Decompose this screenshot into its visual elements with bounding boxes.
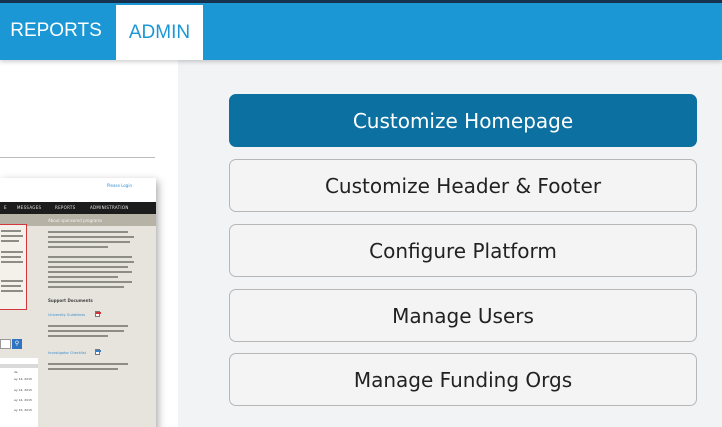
pdf-file-icon <box>95 311 101 317</box>
preview-login-link: Please Login <box>106 183 132 188</box>
preview-text-line <box>1 261 23 263</box>
preview-text-line <box>48 231 128 233</box>
preview-text-line <box>48 330 124 332</box>
preview-doc-link: Investigator Checklist <box>48 351 86 355</box>
homepage-preview-panel: Please Login E MESSAGES REPORTS ADMINIST… <box>0 60 178 427</box>
top-navbar: REPORTS ADMIN <box>0 3 722 60</box>
preview-text-line <box>48 286 124 288</box>
preview-text-line <box>48 266 128 268</box>
preview-text-line <box>1 230 21 232</box>
word-file-icon <box>95 349 101 355</box>
preview-text-line <box>1 280 23 282</box>
preview-text-line <box>48 281 132 283</box>
preview-support-heading: Support Documents <box>48 298 93 303</box>
preview-table-cell: ay 15, 2015 <box>14 408 32 412</box>
preview-search-icon: ⚲ <box>12 339 22 349</box>
nav-tab-reports[interactable]: REPORTS <box>0 3 112 58</box>
preview-nav-item: ADMINISTRATION <box>90 205 129 210</box>
preview-text-line <box>1 285 21 287</box>
preview-text-line <box>48 335 108 337</box>
preview-nav-item: MESSAGES <box>17 205 42 210</box>
preview-text-line <box>1 251 23 253</box>
preview-nav-item: E <box>4 205 7 210</box>
preview-text-line <box>48 363 128 365</box>
preview-table-cell: ile <box>14 370 18 374</box>
preview-table-header <box>0 364 38 368</box>
preview-text-line <box>48 276 118 278</box>
preview-table-cell: ay 14, 2015 <box>14 377 32 381</box>
preview-text-line <box>1 290 23 292</box>
preview-highlight-box <box>0 224 27 310</box>
manage-users-button[interactable]: Manage Users <box>229 289 697 342</box>
manage-funding-orgs-button[interactable]: Manage Funding Orgs <box>229 353 697 406</box>
preview-nav-bar: E MESSAGES REPORTS ADMINISTRATION <box>0 202 156 214</box>
nav-tab-admin[interactable]: ADMIN <box>116 5 203 60</box>
preview-search-input <box>0 339 11 349</box>
configure-platform-button[interactable]: Configure Platform <box>229 224 697 277</box>
customize-header-footer-button[interactable]: Customize Header & Footer <box>229 159 697 212</box>
preview-text-line <box>48 236 134 238</box>
preview-text-line <box>48 246 108 248</box>
preview-text-line <box>48 368 118 370</box>
homepage-preview-thumbnail: Please Login E MESSAGES REPORTS ADMINIST… <box>0 178 156 427</box>
preview-table-cell: ay 14, 2015 <box>14 398 32 402</box>
preview-text-line <box>48 325 128 327</box>
panel-divider <box>0 157 155 158</box>
preview-header: Please Login <box>0 178 156 202</box>
customize-homepage-button[interactable]: Customize Homepage <box>229 94 697 147</box>
preview-doc-link: University Guidelines <box>48 313 86 317</box>
preview-text-line <box>48 241 130 243</box>
preview-text-line <box>1 256 21 258</box>
preview-text-line <box>48 261 134 263</box>
preview-text-line <box>48 256 132 258</box>
preview-text-line <box>48 271 132 273</box>
preview-text-line <box>1 240 19 242</box>
preview-table-cell: ay 14, 2015 <box>14 388 32 392</box>
preview-banner-title: About sponsored programs <box>48 218 103 223</box>
preview-nav-item: REPORTS <box>55 205 76 210</box>
preview-table: ile ay 14, 2015 ay 14, 2015 ay 14, 2015 … <box>0 358 38 427</box>
preview-text-line <box>1 235 23 237</box>
